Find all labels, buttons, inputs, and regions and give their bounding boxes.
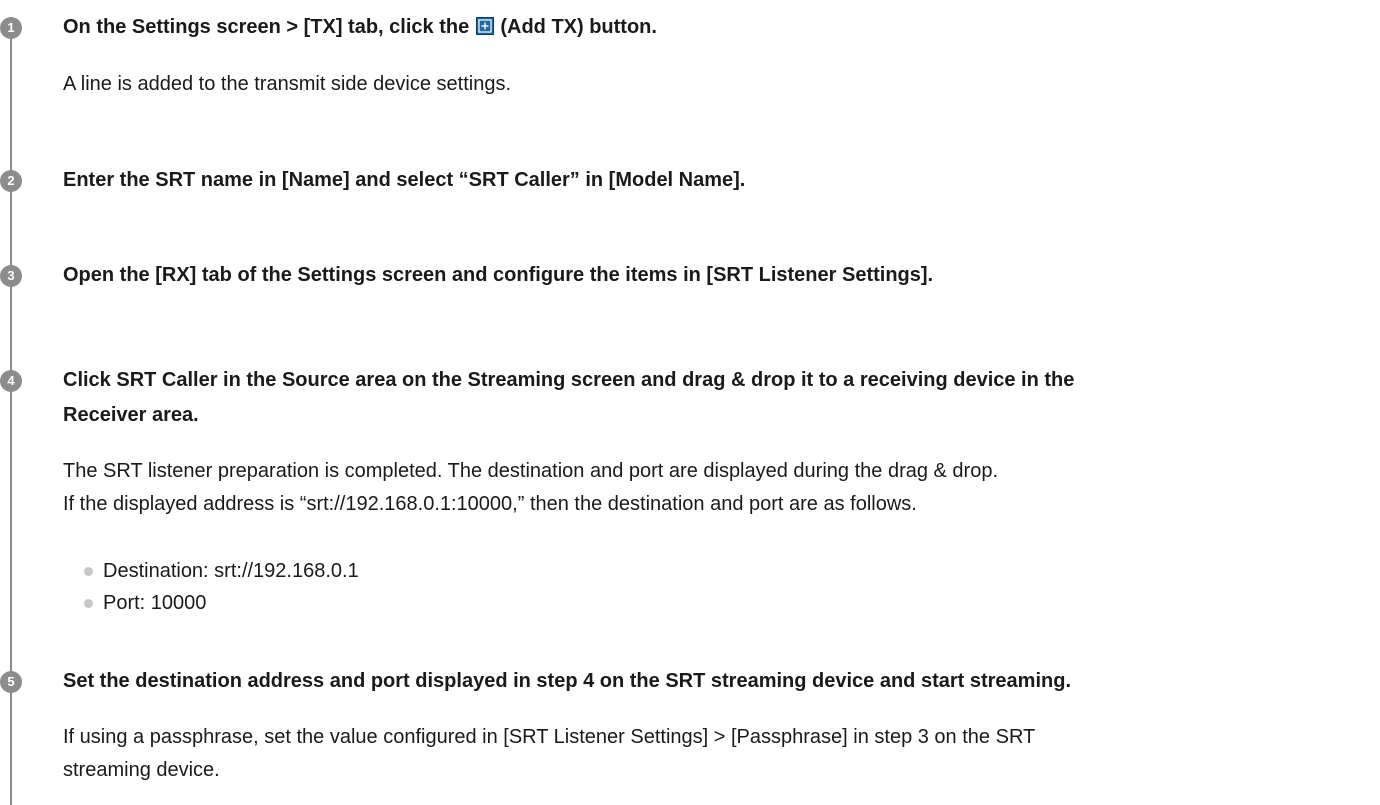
bullet-dot-icon xyxy=(84,599,93,608)
list-item: Destination: srt://192.168.0.1 xyxy=(84,555,359,587)
step-heading: On the Settings screen > [TX] tab, click… xyxy=(63,11,1378,44)
step-heading-text: (Add TX) button. xyxy=(500,16,657,38)
step-heading: Open the [RX] tab of the Settings screen… xyxy=(63,264,934,286)
step-heading: Enter the SRT name in [Name] and select … xyxy=(63,169,746,191)
step-heading-line-2: Receiver area. xyxy=(63,404,199,426)
step-heading-text: On the Settings screen > [TX] tab, click… xyxy=(63,16,470,38)
step-heading-line-1: Click SRT Caller in the Source area on t… xyxy=(63,369,1075,391)
step-number-badge: 5 xyxy=(0,671,22,693)
bullet-dot-icon xyxy=(84,567,93,576)
destination-port-list: Destination: srt://192.168.0.1 Port: 100… xyxy=(84,555,359,619)
step-number-badge: 3 xyxy=(0,265,22,287)
step-number-badge: 4 xyxy=(0,370,22,392)
step-description-line-1: If using a passphrase, set the value con… xyxy=(63,726,1036,748)
step-number-badge: 2 xyxy=(0,170,22,192)
step-description-line-2: streaming device. xyxy=(63,759,220,781)
step-description-line-2: If the displayed address is “srt://192.1… xyxy=(63,493,917,515)
step-number-badge: 1 xyxy=(0,17,22,39)
list-item: Port: 10000 xyxy=(84,587,359,619)
step-description-line-1: The SRT listener preparation is complete… xyxy=(63,460,999,482)
procedure-page: 1 On the Settings screen > [TX] tab, cli… xyxy=(0,0,1380,805)
add-tx-icon xyxy=(475,17,494,35)
step-heading: Set the destination address and port dis… xyxy=(63,670,1072,692)
step-description: A line is added to the transmit side dev… xyxy=(63,73,512,95)
